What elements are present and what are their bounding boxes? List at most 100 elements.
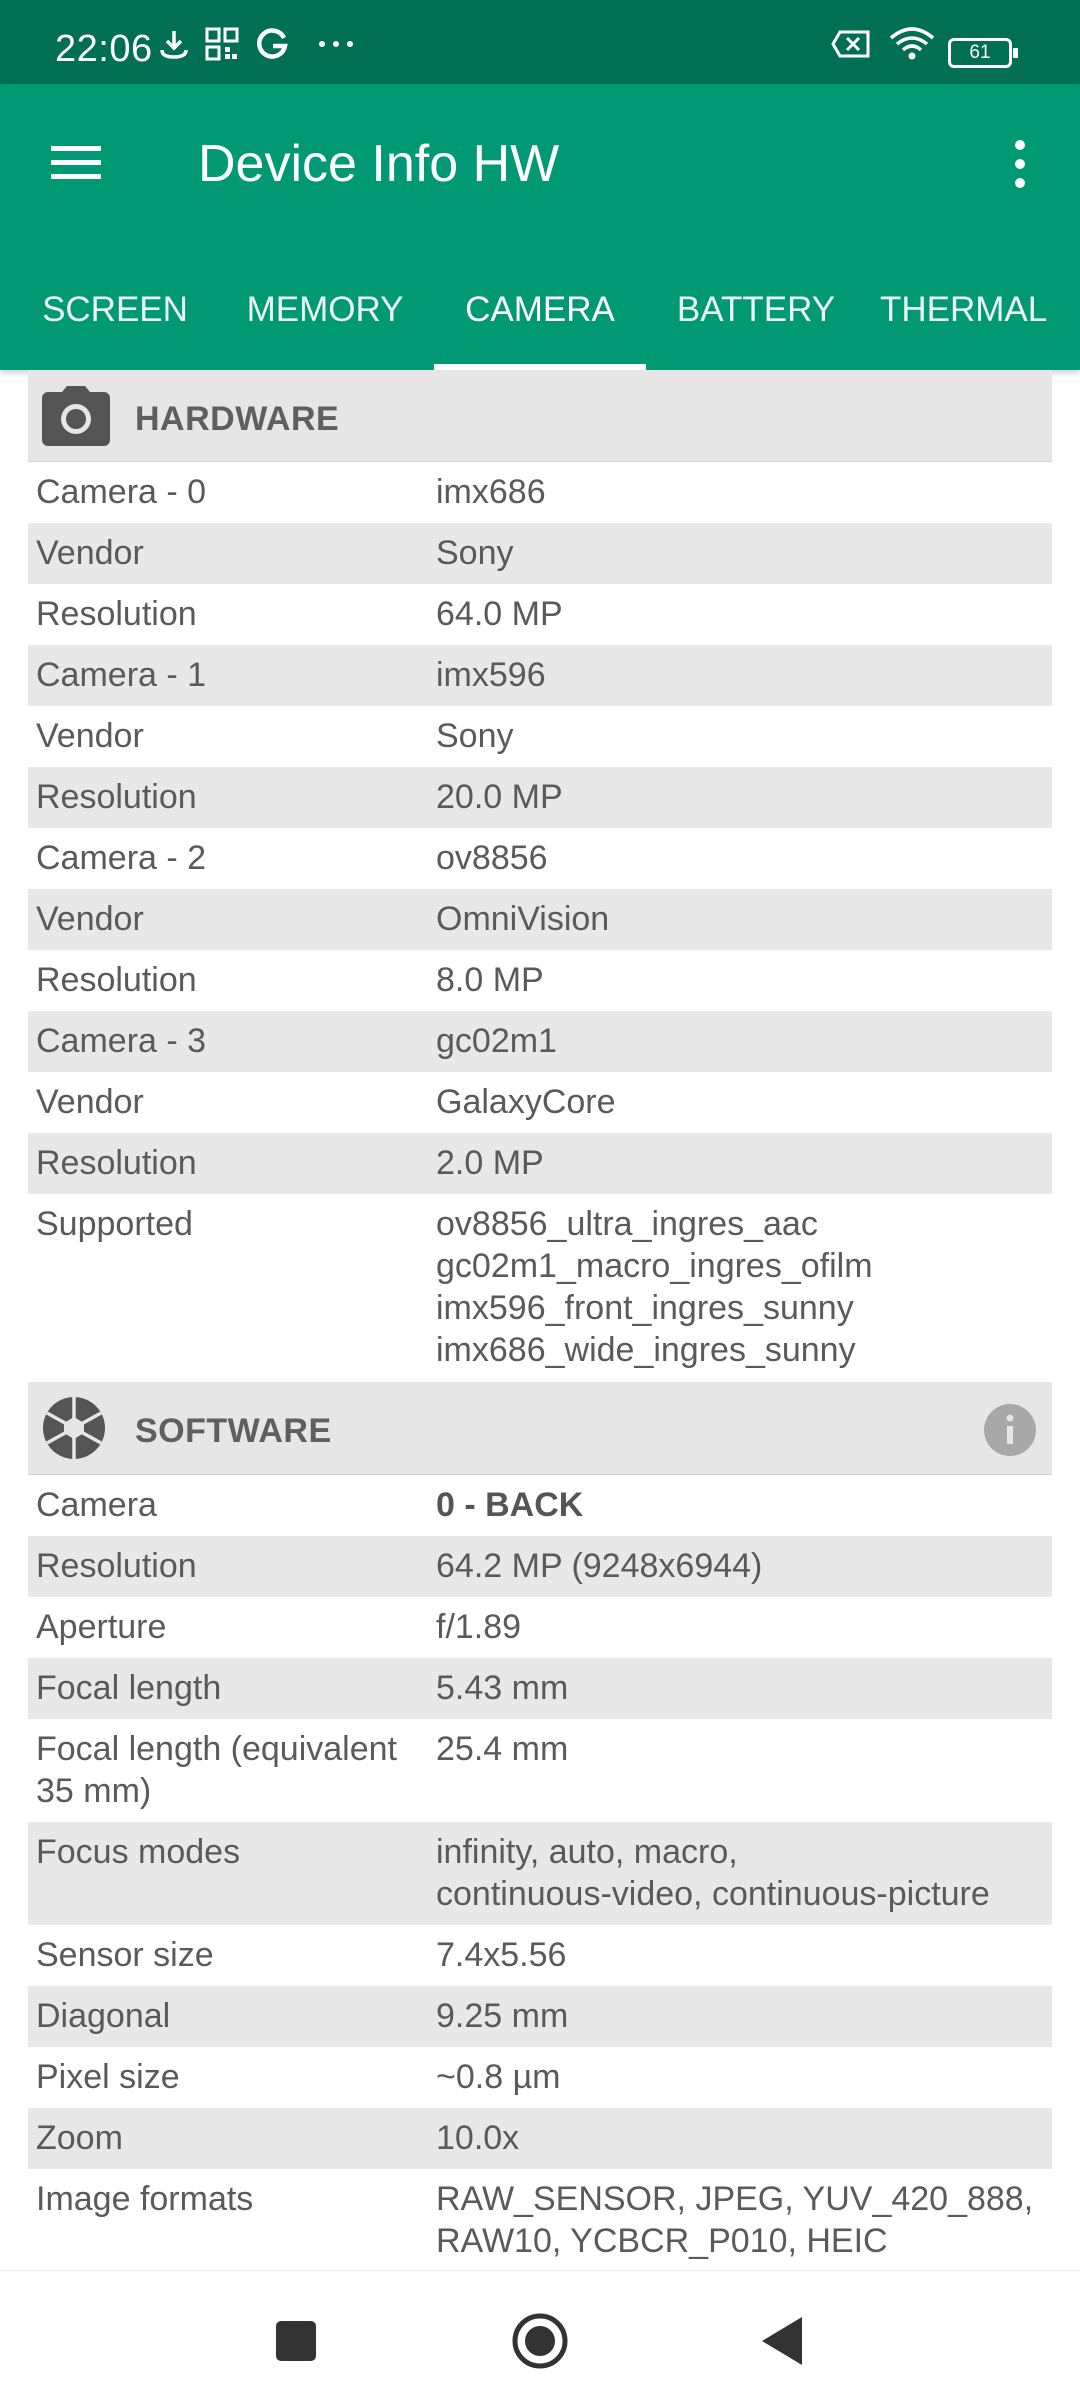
row-value: infinity, auto, macro, continuous-video,… bbox=[436, 1822, 1052, 1924]
row-value: 7.4x5.56 bbox=[436, 1936, 567, 1974]
hardware-section-title: HARDWARE bbox=[135, 400, 340, 438]
supported-line: imx596_front_ingres_sunny bbox=[436, 1289, 854, 1327]
row-value: 10.0x bbox=[436, 2119, 520, 2157]
tab-bar: SCREEN MEMORY CAMERA BATTERY THERMAL bbox=[0, 284, 1080, 370]
row-value: 2.0 MP bbox=[436, 1144, 544, 1182]
info-icon[interactable] bbox=[984, 1404, 1036, 1456]
row-label: Pixel size bbox=[36, 2058, 180, 2096]
table-row: Zoom 10.0x bbox=[28, 2108, 1052, 2169]
recents-square-icon[interactable] bbox=[256, 2301, 336, 2381]
row-value: gc02m1 bbox=[436, 1022, 557, 1060]
row-label: Camera - 0 bbox=[36, 473, 207, 511]
table-row: Resolution 64.2 MP (9248x6944) bbox=[28, 1536, 1052, 1597]
table-row: Resolution 2.0 MP bbox=[28, 1133, 1052, 1194]
app-bar: Device Info HW SCREEN MEMORY CAMERA BATT… bbox=[0, 84, 1080, 370]
table-row: Focal length (equivalent 35 mm) 25.4 mm bbox=[28, 1719, 1052, 1822]
row-value: 20.0 MP bbox=[436, 778, 563, 816]
overflow-menu-icon[interactable] bbox=[1000, 136, 1040, 192]
row-label: Resolution bbox=[36, 778, 197, 816]
table-row: Aperture f/1.89 bbox=[28, 1597, 1052, 1658]
battery-icon: 61 bbox=[948, 38, 1018, 68]
row-label: Vendor bbox=[36, 1083, 144, 1121]
row-value: 25.4 mm bbox=[436, 1730, 569, 1768]
row-label: Sensor size bbox=[36, 1936, 214, 1974]
table-row: Sensor size 7.4x5.56 bbox=[28, 1925, 1052, 1986]
supported-line: ov8856_ultra_ingres_aac bbox=[436, 1205, 818, 1243]
row-label: Vendor bbox=[36, 900, 144, 938]
row-value: 64.0 MP bbox=[436, 595, 563, 633]
software-section-title: SOFTWARE bbox=[135, 1412, 332, 1450]
table-row: Resolution 20.0 MP bbox=[28, 767, 1052, 828]
row-label: Focus modes bbox=[36, 1833, 241, 1871]
row-label: Camera - 3 bbox=[36, 1022, 207, 1060]
table-row: Focal length 5.43 mm bbox=[28, 1658, 1052, 1719]
row-value: ov8856_ultra_ingres_aac gc02m1_macro_ing… bbox=[436, 1194, 1052, 1380]
no-sim-icon bbox=[831, 30, 870, 58]
wifi-icon bbox=[889, 27, 935, 60]
row-label: Diagonal bbox=[36, 1997, 171, 2035]
row-value: 0 - BACK bbox=[436, 1486, 584, 1524]
table-row: Image formats RAW_SENSOR, JPEG, YUV_420_… bbox=[28, 2169, 1052, 2272]
row-value: OmniVision bbox=[436, 900, 610, 938]
row-label: Supported bbox=[36, 1205, 193, 1243]
battery-level: 61 bbox=[969, 42, 991, 63]
download-icon bbox=[160, 31, 188, 59]
row-label: Resolution bbox=[36, 595, 197, 633]
status-bar: 22:06 61 bbox=[0, 0, 1080, 84]
row-value: ov8856 bbox=[436, 839, 548, 877]
row-value-line: RAW10, YCBCR_P010, HEIC bbox=[436, 2222, 888, 2260]
table-row: Resolution 8.0 MP bbox=[28, 950, 1052, 1011]
row-label: Camera - 1 bbox=[36, 656, 207, 694]
table-row: Focus modes infinity, auto, macro, conti… bbox=[28, 1822, 1052, 1925]
table-row: Resolution 64.0 MP bbox=[28, 584, 1052, 645]
row-value-line: continuous-video, continuous-picture bbox=[436, 1875, 990, 1913]
row-value: 8.0 MP bbox=[436, 961, 544, 999]
qr-icon bbox=[205, 27, 239, 61]
row-value: 5.43 mm bbox=[436, 1669, 569, 1707]
hardware-section-header: HARDWARE bbox=[28, 370, 1052, 462]
row-label: Focal length bbox=[36, 1669, 222, 1707]
aperture-icon bbox=[43, 1397, 105, 1459]
row-value: GalaxyCore bbox=[436, 1083, 616, 1121]
table-row: Diagonal 9.25 mm bbox=[28, 1986, 1052, 2047]
row-label: Aperture bbox=[36, 1608, 167, 1646]
app-title: Device Info HW bbox=[198, 135, 560, 193]
menu-icon[interactable] bbox=[48, 140, 104, 188]
table-row: Vendor OmniVision bbox=[28, 889, 1052, 950]
row-label: Camera bbox=[36, 1486, 157, 1524]
row-value: f/1.89 bbox=[436, 1608, 522, 1646]
row-value: 64.2 MP (9248x6944) bbox=[436, 1547, 763, 1585]
table-row: Vendor Sony bbox=[28, 706, 1052, 767]
status-time: 22:06 bbox=[55, 28, 153, 70]
row-label: Focal length (equivalent 35 mm) bbox=[28, 1719, 436, 1821]
tab-camera[interactable]: CAMERA bbox=[436, 284, 644, 370]
row-label: Resolution bbox=[36, 961, 197, 999]
table-row: Camera 0 - BACK bbox=[28, 1475, 1052, 1536]
row-value: 9.25 mm bbox=[436, 1997, 569, 2035]
tab-battery[interactable]: BATTERY bbox=[660, 284, 852, 370]
row-label: Vendor bbox=[36, 534, 144, 572]
row-label: Vendor bbox=[36, 717, 144, 755]
row-value: Sony bbox=[436, 534, 514, 572]
row-value: RAW_SENSOR, JPEG, YUV_420_888, RAW10, YC… bbox=[436, 2169, 1052, 2271]
supported-line: imx686_wide_ingres_sunny bbox=[436, 1331, 856, 1369]
table-row: Supported ov8856_ultra_ingres_aac gc02m1… bbox=[28, 1194, 1052, 1382]
table-row: Camera - 1 imx596 bbox=[28, 645, 1052, 706]
tab-screen[interactable]: SCREEN bbox=[20, 284, 210, 370]
row-value: imx596 bbox=[436, 656, 546, 694]
tab-thermal[interactable]: THERMAL bbox=[880, 284, 1080, 370]
table-row: Pixel size ~0.8 µm bbox=[28, 2047, 1052, 2108]
google-icon bbox=[256, 28, 288, 59]
table-row: Vendor GalaxyCore bbox=[28, 1072, 1052, 1133]
table-row: Camera - 0 imx686 bbox=[28, 462, 1052, 523]
tab-memory[interactable]: MEMORY bbox=[230, 284, 420, 370]
row-value-line: infinity, auto, macro, bbox=[436, 1833, 738, 1871]
supported-line: gc02m1_macro_ingres_ofilm bbox=[436, 1247, 873, 1285]
home-circle-icon[interactable] bbox=[500, 2301, 580, 2381]
row-value: ~0.8 µm bbox=[436, 2058, 561, 2096]
back-triangle-icon[interactable] bbox=[744, 2301, 824, 2381]
row-label: Resolution bbox=[36, 1547, 197, 1585]
table-row: Camera - 2 ov8856 bbox=[28, 828, 1052, 889]
row-label: Zoom bbox=[36, 2119, 123, 2157]
camera-info-list[interactable]: HARDWARE Camera - 0 imx686 Vendor Sony R… bbox=[28, 370, 1052, 2272]
